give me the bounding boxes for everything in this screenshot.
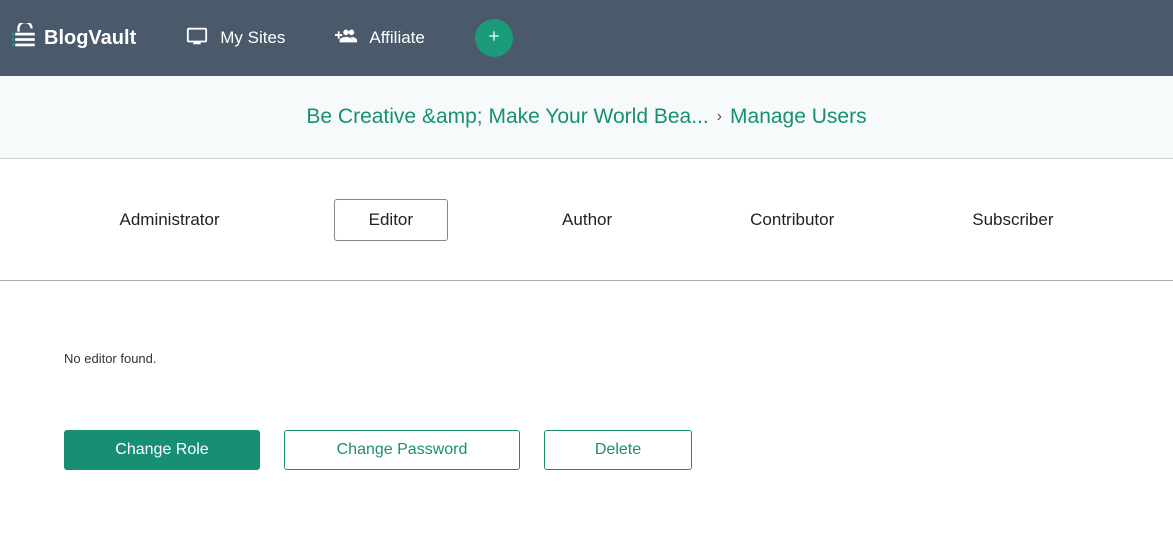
breadcrumb-current[interactable]: Manage Users [730,105,867,129]
nav-my-sites[interactable]: My Sites [186,25,285,52]
tab-contributor[interactable]: Contributor [726,200,858,240]
nav-label: Affiliate [369,28,424,48]
topbar: BlogVault My Sites Affiliate [0,0,1173,76]
add-button[interactable] [475,19,513,57]
tab-author[interactable]: Author [538,200,636,240]
lock-bars-icon [12,23,38,54]
brand-logo[interactable]: BlogVault [12,23,136,54]
nav-affiliate[interactable]: Affiliate [335,25,424,52]
change-password-button[interactable]: Change Password [284,430,520,470]
breadcrumb-site[interactable]: Be Creative &amp; Make Your World Bea... [306,105,708,129]
tab-administrator[interactable]: Administrator [95,200,243,240]
brand-name: BlogVault [44,27,136,50]
nav-label: My Sites [220,28,285,48]
breadcrumb: Be Creative &amp; Make Your World Bea...… [0,76,1173,159]
role-tabs: Administrator Editor Author Contributor … [0,159,1173,281]
content-area: No editor found. Change Role Change Pass… [0,281,1173,470]
monitor-icon [186,25,208,52]
tab-editor[interactable]: Editor [334,199,448,241]
group-add-icon [335,25,357,52]
action-row: Change Role Change Password Delete [64,430,1109,470]
delete-button[interactable]: Delete [544,430,692,470]
chevron-right-icon: › [717,108,722,126]
empty-message: No editor found. [64,351,1109,366]
tab-subscriber[interactable]: Subscriber [948,200,1077,240]
change-role-button[interactable]: Change Role [64,430,260,470]
plus-icon [486,28,502,49]
